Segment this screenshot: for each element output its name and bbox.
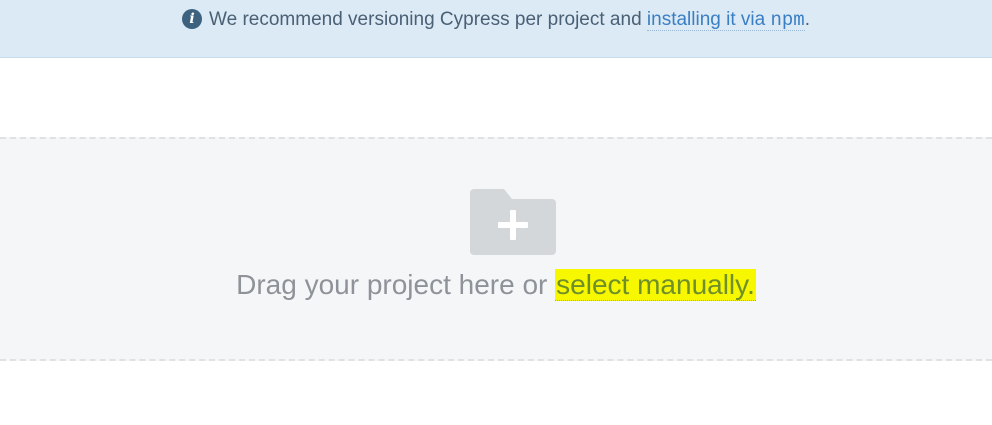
notice-banner: i We recommend versioning Cypress per pr… bbox=[0, 0, 992, 58]
select-manually-suffix: . bbox=[747, 269, 755, 300]
folder-add-icon bbox=[470, 189, 556, 255]
select-manually-label: select manually bbox=[556, 269, 748, 300]
notice-text: We recommend versioning Cypress per proj… bbox=[209, 8, 810, 32]
info-icon: i bbox=[182, 9, 203, 29]
install-npm-link[interactable]: installing it via npm bbox=[646, 9, 805, 31]
notice-suffix: . bbox=[804, 9, 810, 30]
project-dropzone[interactable]: Drag your project here or select manuall… bbox=[0, 137, 992, 361]
drop-prompt: Drag your project here or bbox=[236, 269, 556, 300]
npm-code: npm bbox=[770, 9, 805, 31]
install-link-text: installing it via bbox=[646, 9, 771, 30]
notice-message: We recommend versioning Cypress per proj… bbox=[209, 9, 647, 30]
select-manually-link[interactable]: select manually. bbox=[555, 269, 756, 301]
drop-instructions: Drag your project here or select manuall… bbox=[0, 269, 992, 301]
